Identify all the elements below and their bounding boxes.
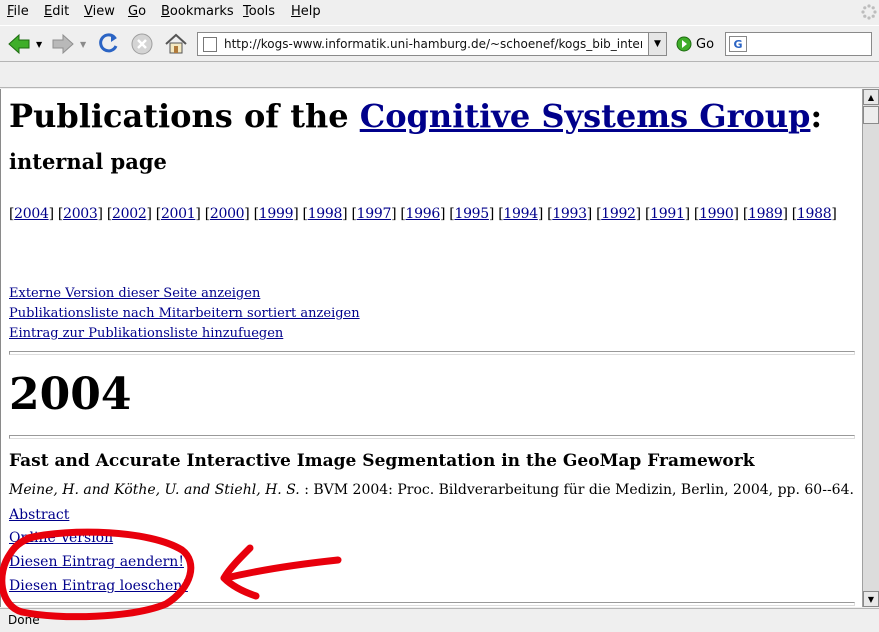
year-link-2002[interactable]: 2002	[112, 206, 147, 222]
year-link-1996[interactable]: 1996	[406, 206, 441, 222]
bracket-close: ]	[733, 206, 743, 222]
bracket-close: ]	[439, 206, 450, 222]
home-button[interactable]	[163, 29, 189, 59]
bracket-close: ]	[635, 206, 645, 222]
add-entry-link[interactable]: Eintrag zur Publikationsliste hinzufuege…	[9, 326, 283, 341]
bracket-close: ]	[537, 206, 548, 222]
bracket-close: ]	[195, 206, 205, 222]
home-icon	[165, 33, 187, 54]
reload-icon	[99, 33, 118, 53]
bracket-close: ]	[586, 206, 597, 222]
divider	[9, 602, 855, 606]
year-link-1999[interactable]: 1999	[259, 206, 294, 222]
year-link-1993[interactable]: 1993	[552, 206, 587, 222]
back-arrow-icon	[8, 33, 30, 55]
external-version-link[interactable]: Externe Version dieser Seite anzeigen	[9, 286, 260, 301]
publication-citation: Meine, H. and Köthe, U. and Stiehl, H. S…	[9, 482, 854, 498]
year-link-1995[interactable]: 1995	[454, 206, 489, 222]
menu-bar: File Edit View Go Bookmarks Tools Help	[0, 0, 879, 24]
bracket-close: ]	[146, 206, 156, 222]
scroll-up-button[interactable]: ▲	[863, 89, 879, 105]
navigation-toolbar: ▼ ▼ http://kogs-www.informatik.uni-hambu…	[0, 25, 879, 62]
search-engine-letter: G	[733, 37, 743, 51]
back-button[interactable]: ▼	[6, 29, 42, 59]
back-dropdown-icon[interactable]: ▼	[36, 40, 42, 49]
publication-authors: Meine, H. and Köthe, U. and Stiehl, H. S…	[9, 482, 300, 498]
page-title-prefix: Publications of the	[9, 97, 360, 135]
menu-file[interactable]: File	[7, 4, 29, 19]
bracket-close: ]	[48, 206, 58, 222]
publication-venue: : BVM 2004: Proc. Bildverarbeitung für d…	[299, 482, 854, 498]
publication-title: Fast and Accurate Interactive Image Segm…	[9, 451, 755, 471]
go-icon	[676, 36, 692, 52]
scroll-thumb[interactable]	[863, 106, 879, 124]
year-link-1988[interactable]: 1988	[797, 206, 832, 222]
triangle-down-icon: ▼	[867, 594, 875, 604]
page-icon	[203, 37, 217, 52]
reload-button[interactable]	[95, 29, 121, 59]
forward-arrow-icon	[52, 33, 74, 55]
year-heading: 2004	[9, 369, 132, 420]
menu-view[interactable]: View	[84, 4, 115, 19]
year-link-1989[interactable]: 1989	[748, 206, 783, 222]
menu-edit[interactable]: Edit	[44, 4, 69, 19]
bracket-close: ]	[488, 206, 499, 222]
sorted-by-member-link[interactable]: Publikationsliste nach Mitarbeitern sort…	[9, 306, 360, 321]
go-label: Go	[696, 36, 715, 52]
year-link-2001[interactable]: 2001	[161, 206, 196, 222]
scroll-down-button[interactable]: ▼	[863, 591, 879, 607]
year-link-2000[interactable]: 2000	[210, 206, 245, 222]
forward-button[interactable]: ▼	[50, 29, 86, 59]
year-link-1997[interactable]: 1997	[357, 206, 392, 222]
stop-button[interactable]	[129, 29, 155, 59]
year-link-1992[interactable]: 1992	[601, 206, 636, 222]
status-text: Done	[8, 613, 40, 627]
bracket-close: ]	[293, 206, 303, 222]
year-index: [2004] [2003] [2002] [2001] [2000] [1999…	[9, 206, 837, 222]
search-engine-icon[interactable]: G	[729, 36, 747, 52]
search-input[interactable]: G	[725, 32, 872, 56]
page-title: Publications of the Cognitive Systems Gr…	[9, 97, 822, 135]
status-bar: Done	[0, 608, 879, 632]
url-bar[interactable]: http://kogs-www.informatik.uni-hamburg.d…	[197, 32, 667, 56]
year-link-2003[interactable]: 2003	[63, 206, 98, 222]
year-link-1990[interactable]: 1990	[699, 206, 734, 222]
menu-help[interactable]: Help	[291, 4, 321, 19]
year-link-1991[interactable]: 1991	[650, 206, 685, 222]
throbber-icon	[861, 4, 877, 20]
go-button[interactable]: Go	[676, 36, 714, 52]
bracket-close: ]	[831, 206, 837, 222]
menu-go[interactable]: Go	[128, 4, 146, 19]
page-title-suffix: :	[810, 97, 823, 135]
cognitive-systems-group-link[interactable]: Cognitive Systems Group	[360, 97, 811, 135]
page-content: Publications of the Cognitive Systems Gr…	[0, 89, 862, 607]
vertical-scrollbar[interactable]: ▲ ▼	[862, 89, 879, 607]
bracket-close: ]	[782, 206, 792, 222]
online-version-link[interactable]: Online Version	[9, 530, 113, 546]
year-link-1994[interactable]: 1994	[503, 206, 538, 222]
url-dropdown-icon[interactable]: ▼	[648, 33, 666, 55]
bookmarks-toolbar	[0, 63, 879, 88]
year-link-1998[interactable]: 1998	[308, 206, 343, 222]
stop-icon	[131, 33, 153, 55]
bracket-close: ]	[684, 206, 694, 222]
menu-bookmarks[interactable]: Bookmarks	[161, 4, 234, 19]
url-input[interactable]: http://kogs-www.informatik.uni-hamburg.d…	[224, 37, 642, 51]
bracket-close: ]	[391, 206, 401, 222]
delete-entry-link[interactable]: Diesen Eintrag loeschen!	[9, 578, 188, 594]
triangle-up-icon: ▲	[867, 92, 875, 102]
bracket-close: ]	[97, 206, 107, 222]
edit-entry-link[interactable]: Diesen Eintrag aendern!	[9, 554, 184, 570]
divider	[9, 351, 855, 355]
divider	[9, 435, 855, 439]
forward-dropdown-icon[interactable]: ▼	[80, 40, 86, 49]
abstract-link[interactable]: Abstract	[9, 507, 69, 523]
bracket-close: ]	[244, 206, 254, 222]
year-link-2004[interactable]: 2004	[14, 206, 49, 222]
page-subtitle: internal page	[9, 149, 167, 174]
menu-tools[interactable]: Tools	[243, 4, 275, 19]
